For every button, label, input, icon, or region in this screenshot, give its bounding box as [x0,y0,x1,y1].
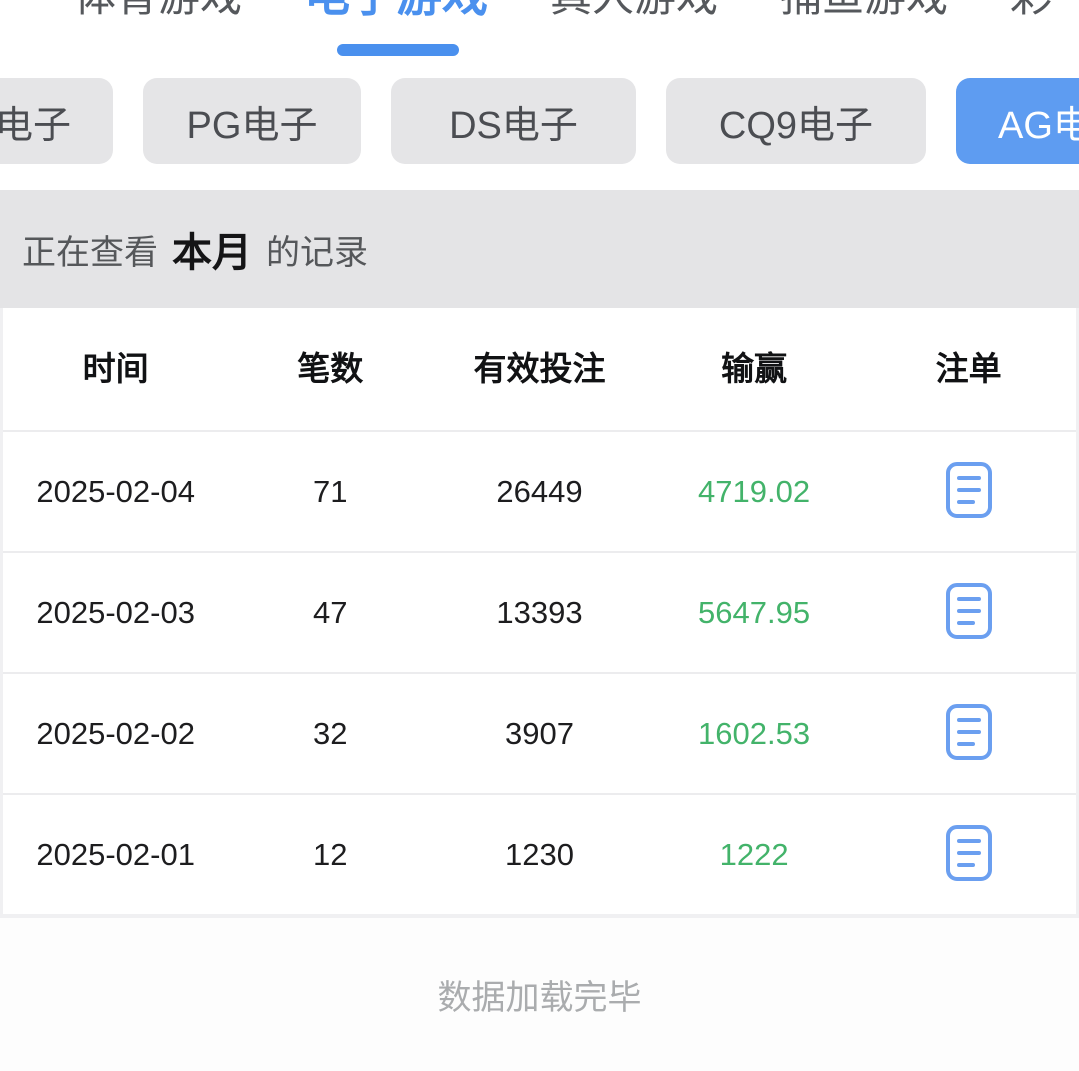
row-win-loss: 5647.95 [647,594,862,631]
viewing-period-banner: 正在查看 本月 的记录 [0,190,1079,308]
chip-pg[interactable]: PG电子 [143,78,361,164]
header-count: 笔数 [228,349,432,389]
row-valid-bet: 13393 [432,594,647,631]
chip-ds[interactable]: DS电子 [391,78,636,164]
table-header-row: 时间 笔数 有效投注 输赢 注单 [3,308,1076,432]
tab-live[interactable]: 真人游戏 [550,0,718,18]
provider-chip-list: 电子 PG电子 DS电子 CQ9电子 AG电子 [0,78,1079,164]
tab-fishing[interactable]: 捕鱼游戏 [780,0,948,18]
chip-electronic[interactable]: 电子 [0,78,113,164]
document-list-icon [946,583,992,642]
header-win-loss: 输赢 [647,349,862,389]
banner-suffix: 的记录 [266,225,368,274]
row-date: 2025-02-02 [3,715,228,752]
header-time: 时间 [3,349,228,389]
table-row: 2025-02-03 47 13393 5647.95 [3,553,1076,674]
row-valid-bet: 1230 [432,836,647,873]
provider-filter-bar: 电子 PG电子 DS电子 CQ9电子 AG电子 [0,78,1079,190]
header-bet-slip: 注单 [861,349,1076,389]
header-valid-bet: 有效投注 [432,349,647,389]
row-count: 71 [228,473,432,510]
tab-electronic[interactable]: 电子游戏 [304,0,488,18]
banner-prefix: 正在查看 [22,225,158,274]
chip-ag[interactable]: AG电子 [956,78,1079,164]
row-win-loss: 1222 [647,836,862,873]
active-tab-indicator [337,44,459,56]
game-category-tabbar: 体育游戏 电子游戏 真人游戏 捕鱼游戏 彩 [0,0,1079,78]
table-row: 2025-02-02 32 3907 1602.53 [3,674,1076,795]
row-win-loss: 4719.02 [647,473,862,510]
load-complete-message: 数据加载完毕 [438,970,642,1071]
chip-cq9[interactable]: CQ9电子 [666,78,926,164]
bet-slip-button[interactable] [943,823,995,885]
tab-sports[interactable]: 体育游戏 [74,0,242,18]
row-count: 32 [228,715,432,752]
row-count: 47 [228,594,432,631]
row-valid-bet: 3907 [432,715,647,752]
row-count: 12 [228,836,432,873]
table-row: 2025-02-01 12 1230 1222 [3,795,1076,914]
table-row: 2025-02-04 71 26449 4719.02 [3,432,1076,553]
banner-period: 本月 [172,220,252,278]
list-footer: 数据加载完毕 [0,918,1079,1071]
row-valid-bet: 26449 [432,473,647,510]
bet-slip-button[interactable] [943,460,995,522]
row-win-loss: 1602.53 [647,715,862,752]
tab-list: 体育游戏 电子游戏 真人游戏 捕鱼游戏 彩 [74,0,1052,18]
records-table: 时间 笔数 有效投注 输赢 注单 2025-02-04 71 26449 471… [0,308,1079,918]
document-list-icon [946,462,992,521]
row-date: 2025-02-04 [3,473,228,510]
document-list-icon [946,704,992,763]
tab-lottery[interactable]: 彩 [1010,0,1052,18]
row-date: 2025-02-03 [3,594,228,631]
bet-slip-button[interactable] [943,702,995,764]
document-list-icon [946,825,992,884]
row-date: 2025-02-01 [3,836,228,873]
bet-slip-button[interactable] [943,581,995,643]
